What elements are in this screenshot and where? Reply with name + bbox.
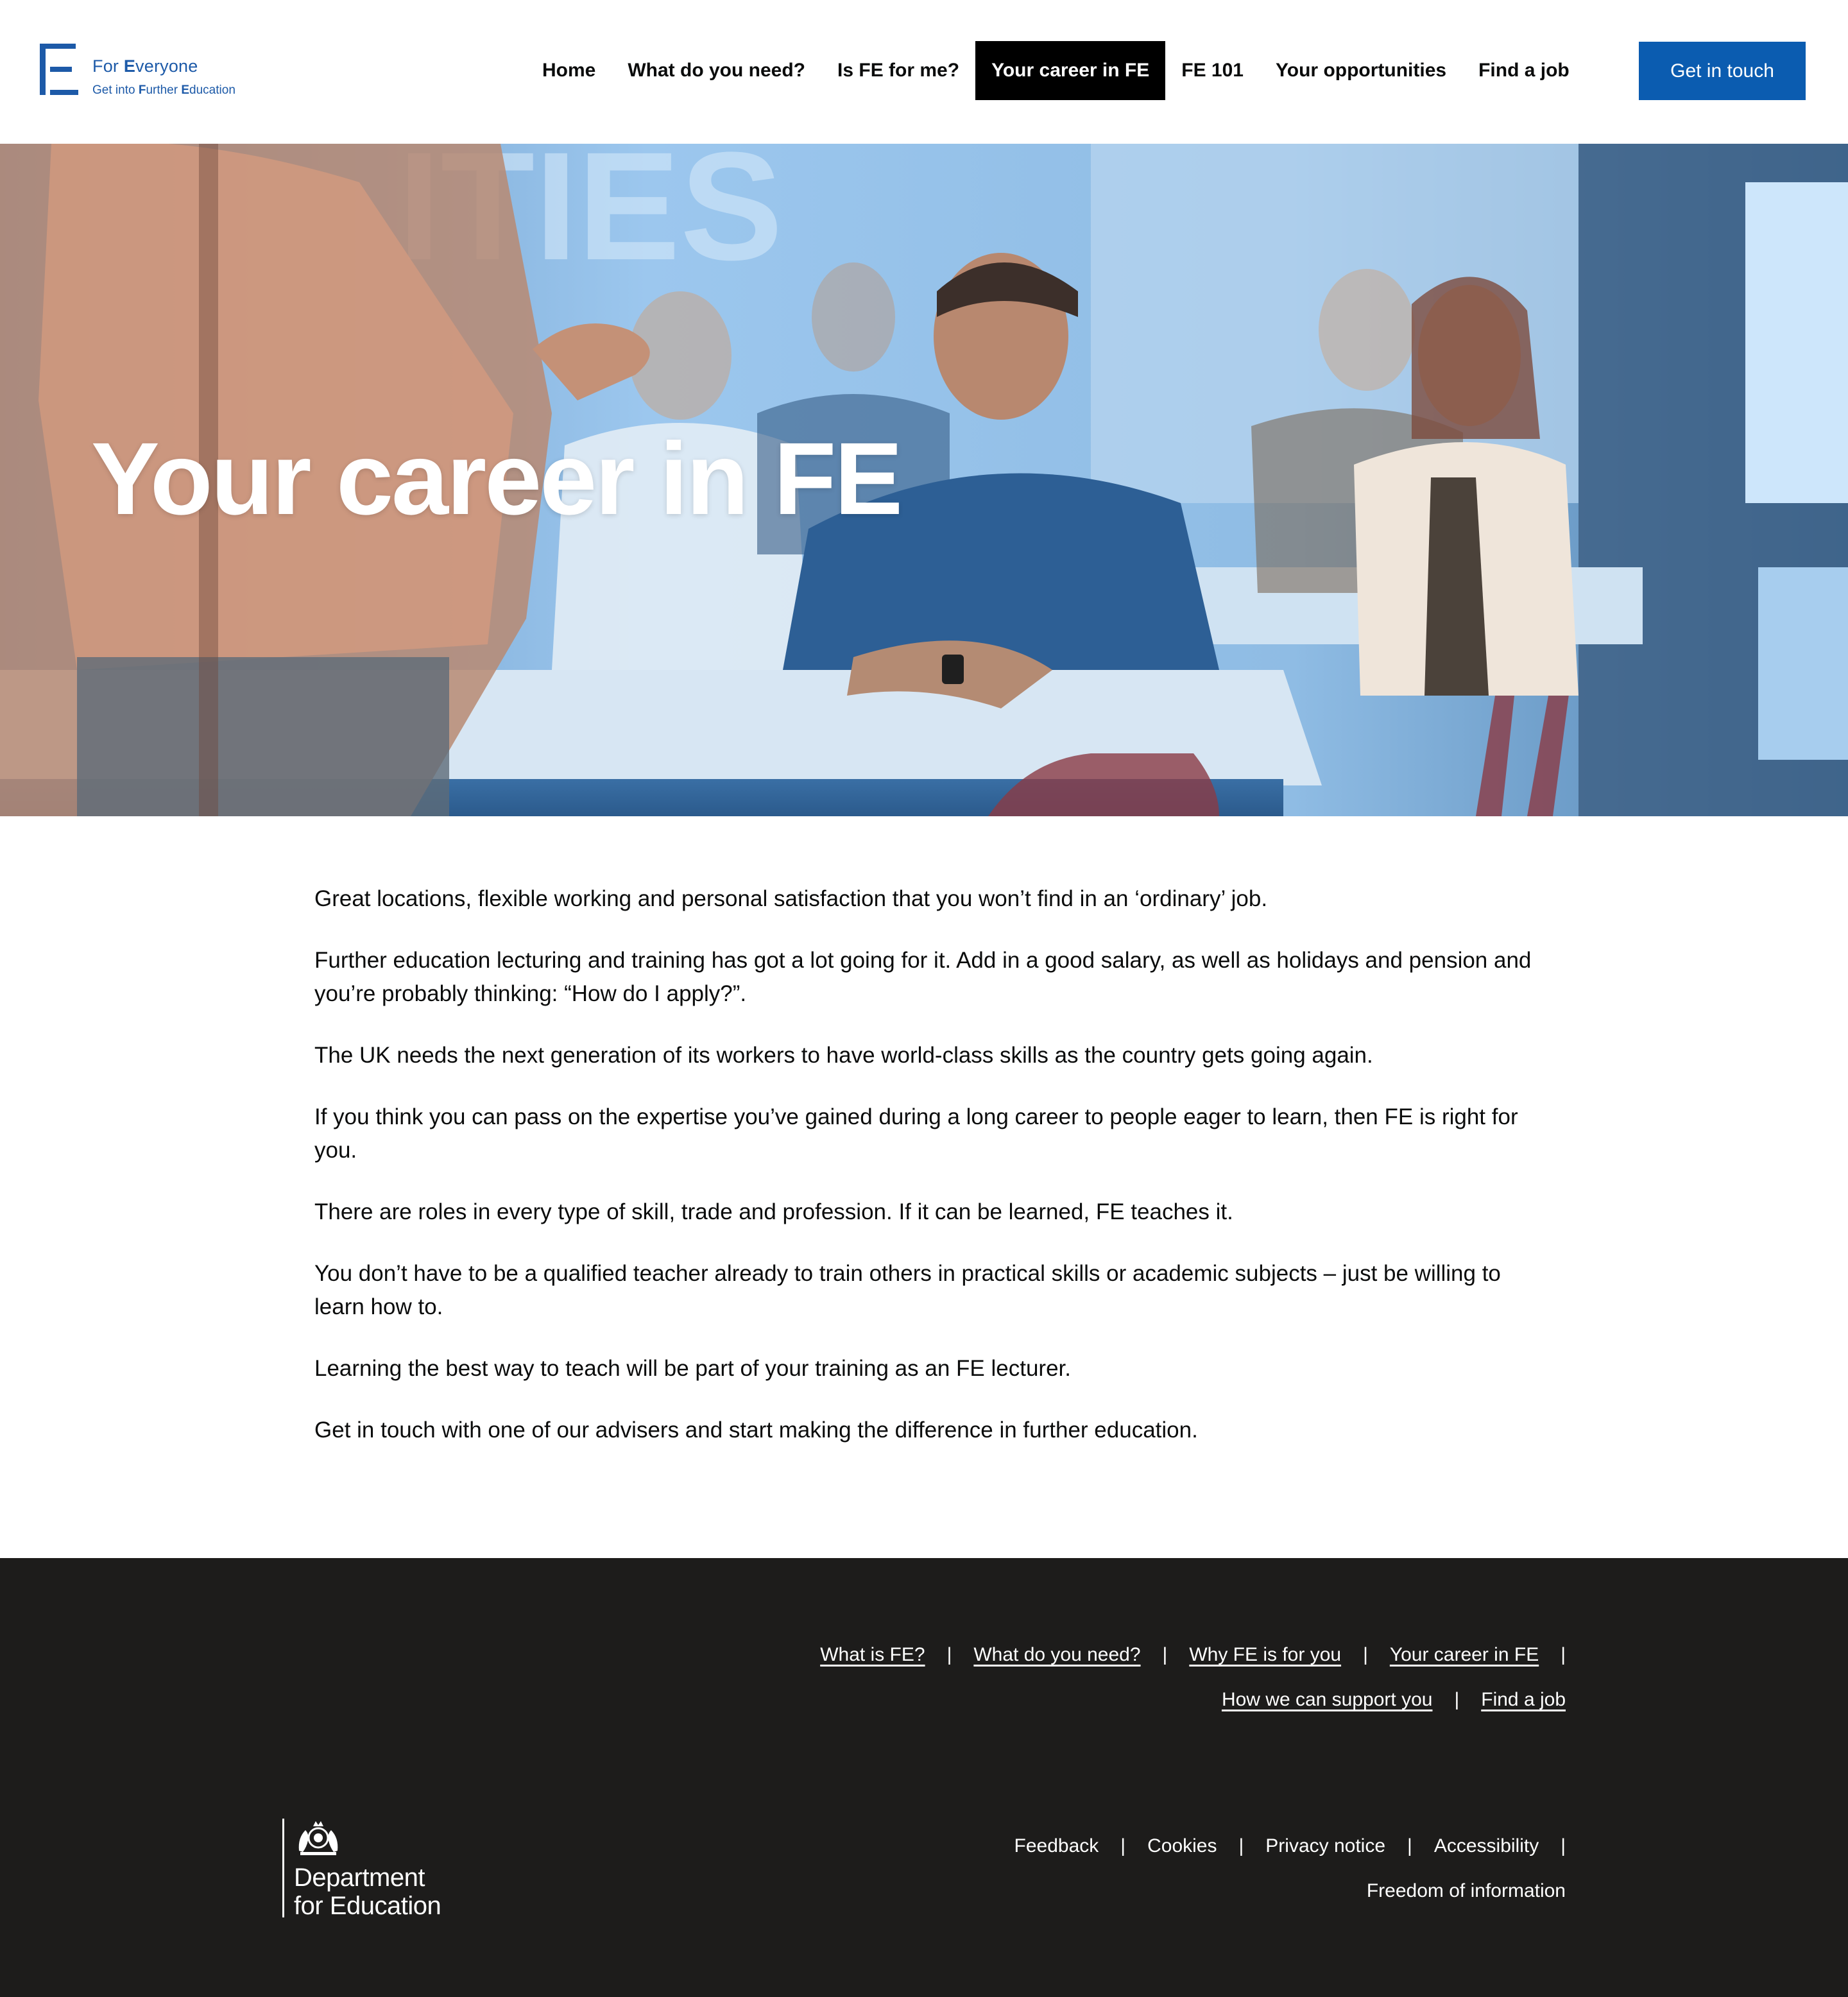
- footer-separator: |: [1120, 1835, 1126, 1856]
- footer-separator: |: [1561, 1644, 1566, 1665]
- dfe-logo[interactable]: Department for Education: [282, 1819, 475, 1921]
- footer-nav-row: How we can support you | Find a job: [667, 1689, 1566, 1711]
- body-paragraph: Further education lecturing and training…: [314, 948, 1532, 1006]
- page-title: Your career in FE: [91, 421, 903, 536]
- article-body: Great locations, flexible working and pe…: [314, 882, 1546, 1475]
- dfe-line-2: for Education: [294, 1892, 441, 1920]
- body-paragraph: Get in touch with one of our advisers an…: [314, 1418, 1198, 1443]
- footer-link-cookies[interactable]: Cookies: [1147, 1835, 1217, 1857]
- fe-logo-icon: [40, 44, 78, 95]
- logo-subtitle: Get into Further Education: [92, 83, 235, 97]
- dfe-logo-text: Department for Education: [294, 1864, 441, 1920]
- nav-your-career-in-fe[interactable]: Your career in FE: [975, 41, 1166, 100]
- footer-link-freedom-of-information[interactable]: Freedom of information: [1367, 1880, 1566, 1902]
- hero-banner: ITIES Your career in FE: [0, 144, 1848, 816]
- nav-fe-101[interactable]: FE 101: [1165, 41, 1260, 100]
- footer-link-why-fe-is-for-you[interactable]: Why FE is for you: [1189, 1644, 1341, 1666]
- get-in-touch-button[interactable]: Get in touch: [1639, 42, 1806, 100]
- nav-find-a-job[interactable]: Find a job: [1462, 41, 1586, 100]
- body-paragraph: You don’t have to be a qualified teacher…: [314, 1261, 1501, 1319]
- body-paragraph: Learning the best way to teach will be p…: [314, 1356, 1071, 1381]
- body-paragraph: Great locations, flexible working and pe…: [314, 886, 1268, 911]
- site-footer: [0, 1558, 1848, 1997]
- footer-link-what-do-you-need[interactable]: What do you need?: [973, 1644, 1140, 1666]
- footer-link-accessibility[interactable]: Accessibility: [1434, 1835, 1539, 1857]
- footer-separator: |: [1238, 1835, 1244, 1856]
- footer-link-how-we-can-support-you[interactable]: How we can support you: [1222, 1689, 1433, 1711]
- footer-link-your-career-in-fe[interactable]: Your career in FE: [1390, 1644, 1539, 1666]
- nav-what-do-you-need[interactable]: What do you need?: [612, 41, 821, 100]
- dfe-line-1: Department: [294, 1864, 425, 1892]
- body-paragraph: There are roles in every type of skill, …: [314, 1199, 1233, 1224]
- footer-legal-row: Feedback | Cookies | Privacy notice | Ac…: [667, 1835, 1566, 1857]
- dfe-logo-rule: [282, 1819, 284, 1917]
- footer-separator: |: [1454, 1689, 1460, 1710]
- footer-separator: |: [1561, 1835, 1566, 1856]
- nav-home[interactable]: Home: [526, 41, 612, 100]
- footer-separator: |: [1407, 1835, 1412, 1856]
- footer-link-what-is-fe[interactable]: What is FE?: [820, 1644, 925, 1666]
- site-header: For Everyone Get into Further Education …: [0, 0, 1848, 144]
- footer-nav-row: What is FE? | What do you need? | Why FE…: [667, 1644, 1566, 1666]
- body-paragraph: The UK needs the next generation of its …: [314, 1043, 1373, 1068]
- nav-is-fe-for-me[interactable]: Is FE for me?: [821, 41, 975, 100]
- footer-separator: |: [1162, 1644, 1168, 1665]
- footer-link-privacy-notice[interactable]: Privacy notice: [1265, 1835, 1385, 1857]
- body-paragraph: If you think you can pass on the experti…: [314, 1104, 1518, 1163]
- footer-separator: |: [946, 1644, 952, 1665]
- nav-your-opportunities[interactable]: Your opportunities: [1260, 41, 1462, 100]
- royal-crest-icon: [298, 1821, 338, 1855]
- logo-title: For Everyone: [92, 56, 198, 76]
- footer-link-find-a-job[interactable]: Find a job: [1481, 1689, 1566, 1711]
- main-nav: Home What do you need? Is FE for me? You…: [526, 41, 1586, 100]
- site-logo[interactable]: For Everyone Get into Further Education: [40, 44, 258, 101]
- footer-legal-row: Freedom of information: [667, 1880, 1566, 1902]
- footer-separator: |: [1363, 1644, 1368, 1665]
- footer-link-feedback[interactable]: Feedback: [1014, 1835, 1099, 1857]
